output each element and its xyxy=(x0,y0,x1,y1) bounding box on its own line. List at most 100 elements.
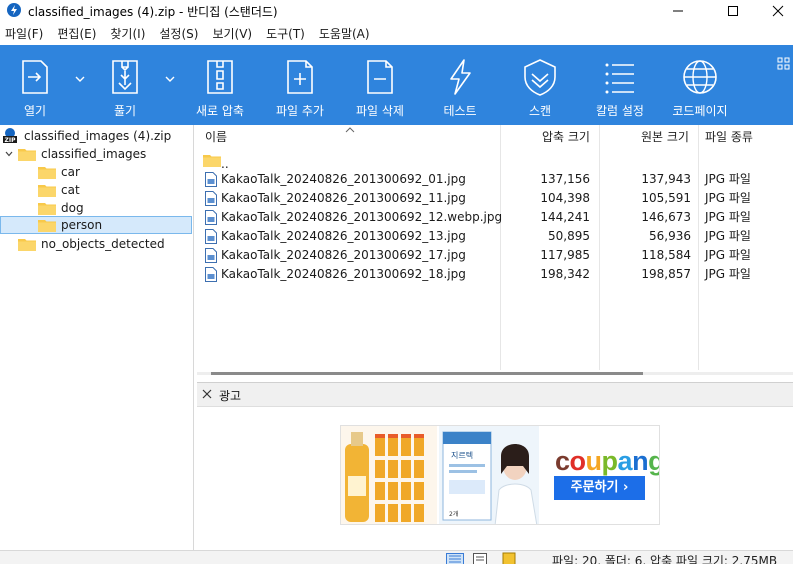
ad-panel: 광고 지르텍 2개 coupan 주문하기 › xyxy=(197,382,793,550)
tree-item-cat[interactable]: cat xyxy=(38,181,80,199)
tree-item-label: person xyxy=(61,218,103,232)
window-title: classified_images (4).zip - 반디집 (스탠더드) xyxy=(28,5,278,19)
open-dropdown-chevron-icon[interactable] xyxy=(74,73,86,85)
jpg-file-icon xyxy=(205,248,217,263)
drink-bottles-product-image xyxy=(341,426,437,524)
add-file-button[interactable]: 파일 추가 xyxy=(265,45,335,125)
file-type: JPG 파일 xyxy=(705,248,751,262)
folder-icon xyxy=(38,185,56,197)
menu-view[interactable]: 보기(V) xyxy=(207,23,252,45)
status-bar: 파일: 20, 폴더: 6, 압축 파일 크기: 2.75MB xyxy=(0,550,793,564)
menu-settings[interactable]: 설정(S) xyxy=(154,23,198,45)
file-row[interactable]: KakaoTalk_20240826_201300692_13.jpg 50,8… xyxy=(197,227,793,246)
minimize-button[interactable] xyxy=(655,0,701,21)
medicine-box-count-badge: 2개 xyxy=(449,510,458,518)
menu-bar: 파일(F) 편집(E) 찾기(I) 설정(S) 보기(V) 도구(T) 도움말(… xyxy=(0,23,793,45)
file-row[interactable]: KakaoTalk_20240826_201300692_17.jpg 117,… xyxy=(197,246,793,265)
tree-root-archive[interactable]: ZIP classified_images (4).zip xyxy=(2,127,171,145)
folder-icon xyxy=(18,149,36,161)
file-name: KakaoTalk_20240826_201300692_11.jpg xyxy=(221,191,466,205)
horizontal-scrollbar-thumb[interactable] xyxy=(211,372,643,375)
menu-help[interactable]: 도움말(A) xyxy=(314,23,370,45)
toolbar-options-grid-icon[interactable] xyxy=(777,57,791,71)
archive-info-icon[interactable] xyxy=(502,552,516,564)
extract-button[interactable]: 풀기 xyxy=(90,45,160,125)
jpg-file-icon xyxy=(205,191,217,206)
delete-file-icon xyxy=(367,60,393,94)
chevron-down-icon[interactable] xyxy=(4,149,14,159)
file-packed-size: 198,342 xyxy=(540,267,590,281)
file-name: KakaoTalk_20240826_201300692_01.jpg xyxy=(221,172,466,186)
menu-find[interactable]: 찾기(I) xyxy=(105,23,145,45)
scan-shield-icon xyxy=(524,59,556,96)
status-summary-text: 파일: 20, 폴더: 6, 압축 파일 크기: 2.75MB xyxy=(552,554,778,564)
extract-icon xyxy=(112,60,138,94)
order-now-button[interactable]: 주문하기 › xyxy=(554,476,645,500)
test-button[interactable]: 테스트 xyxy=(425,45,495,125)
tree-item-classified-images[interactable]: classified_images xyxy=(4,145,146,163)
file-name: KakaoTalk_20240826_201300692_12.webp.jpg xyxy=(221,210,503,224)
file-original-size: 198,857 xyxy=(641,267,691,281)
codepage-button[interactable]: 코드페이지 xyxy=(665,45,735,125)
file-packed-size: 104,398 xyxy=(540,191,590,205)
file-type: JPG 파일 xyxy=(705,210,751,224)
coupang-logo-letter: o xyxy=(569,446,587,476)
file-packed-size: 137,156 xyxy=(540,172,590,186)
file-packed-size: 144,241 xyxy=(540,210,590,224)
delete-file-button[interactable]: 파일 삭제 xyxy=(345,45,415,125)
new-archive-icon xyxy=(207,60,233,94)
file-original-size: 105,591 xyxy=(641,191,691,205)
file-type: JPG 파일 xyxy=(705,191,751,205)
close-icon[interactable] xyxy=(201,388,213,400)
title-bar: classified_images (4).zip - 반디집 (스탠더드) xyxy=(0,0,793,21)
extract-dropdown-chevron-icon[interactable] xyxy=(164,73,176,85)
svg-text:ZIP: ZIP xyxy=(5,137,17,144)
column-settings-button[interactable]: 칼럼 설정 xyxy=(585,45,655,125)
open-button[interactable]: 열기 xyxy=(0,45,70,125)
file-row[interactable]: KakaoTalk_20240826_201300692_11.jpg 104,… xyxy=(197,189,793,208)
zip-file-icon: ZIP xyxy=(2,128,18,144)
coupang-logo: coupang xyxy=(555,446,659,477)
file-row[interactable]: KakaoTalk_20240826_201300692_18.jpg 198,… xyxy=(197,265,793,284)
column-header-original-size[interactable]: 원본 크기 xyxy=(641,125,689,149)
ad-title: 광고 xyxy=(219,389,242,403)
jpg-file-icon xyxy=(205,229,217,244)
new-archive-button[interactable]: 새로 압축 xyxy=(185,45,255,125)
column-header-name[interactable]: 이름 xyxy=(205,125,227,149)
tree-item-dog[interactable]: dog xyxy=(38,199,84,217)
ad-banner[interactable]: 지르텍 2개 coupang 주문하기 › xyxy=(340,425,660,525)
jpg-file-icon xyxy=(205,172,217,187)
file-original-size: 137,943 xyxy=(641,172,691,186)
coupang-logo-letter: g xyxy=(648,446,659,476)
tree-item-label: classified_images xyxy=(41,147,147,161)
tree-item-no-objects-detected[interactable]: no_objects_detected xyxy=(18,235,165,253)
column-header-file-type[interactable]: 파일 종류 xyxy=(705,125,753,149)
menu-tools[interactable]: 도구(T) xyxy=(261,23,305,45)
file-original-size: 118,584 xyxy=(641,248,691,262)
tree-root-label: classified_images (4).zip xyxy=(24,129,172,143)
menu-edit[interactable]: 편집(E) xyxy=(52,23,96,45)
sort-ascending-icon xyxy=(345,127,355,133)
coupang-logo-letter: u xyxy=(585,446,603,476)
parent-folder-row[interactable]: .. xyxy=(197,151,793,171)
jpg-file-icon xyxy=(205,210,217,225)
scan-button[interactable]: 스캔 xyxy=(505,45,575,125)
codepage-globe-icon xyxy=(683,60,717,94)
file-original-size: 56,936 xyxy=(649,229,691,243)
column-header-packed-size[interactable]: 압축 크기 xyxy=(542,125,590,149)
file-row[interactable]: KakaoTalk_20240826_201300692_12.webp.jpg… xyxy=(197,208,793,227)
coupang-logo-letter: p xyxy=(601,446,619,476)
details-view-icon[interactable] xyxy=(446,553,464,564)
file-row[interactable]: KakaoTalk_20240826_201300692_01.jpg 137,… xyxy=(197,170,793,189)
file-type: JPG 파일 xyxy=(705,267,751,281)
medicine-box-name: 지르텍 xyxy=(451,450,473,460)
tree-item-person[interactable]: person xyxy=(0,216,192,234)
menu-file[interactable]: 파일(F) xyxy=(0,23,43,45)
tree-item-car[interactable]: car xyxy=(38,163,80,181)
file-original-size: 146,673 xyxy=(641,210,691,224)
close-button[interactable] xyxy=(755,0,793,21)
maximize-button[interactable] xyxy=(710,0,756,21)
list-view-icon[interactable] xyxy=(472,553,488,564)
file-list-panel: 이름 압축 크기 원본 크기 파일 종류 .. KakaoTalk_202408… xyxy=(197,125,793,380)
folder-tree-panel: ZIP classified_images (4).zip classified… xyxy=(0,125,194,550)
